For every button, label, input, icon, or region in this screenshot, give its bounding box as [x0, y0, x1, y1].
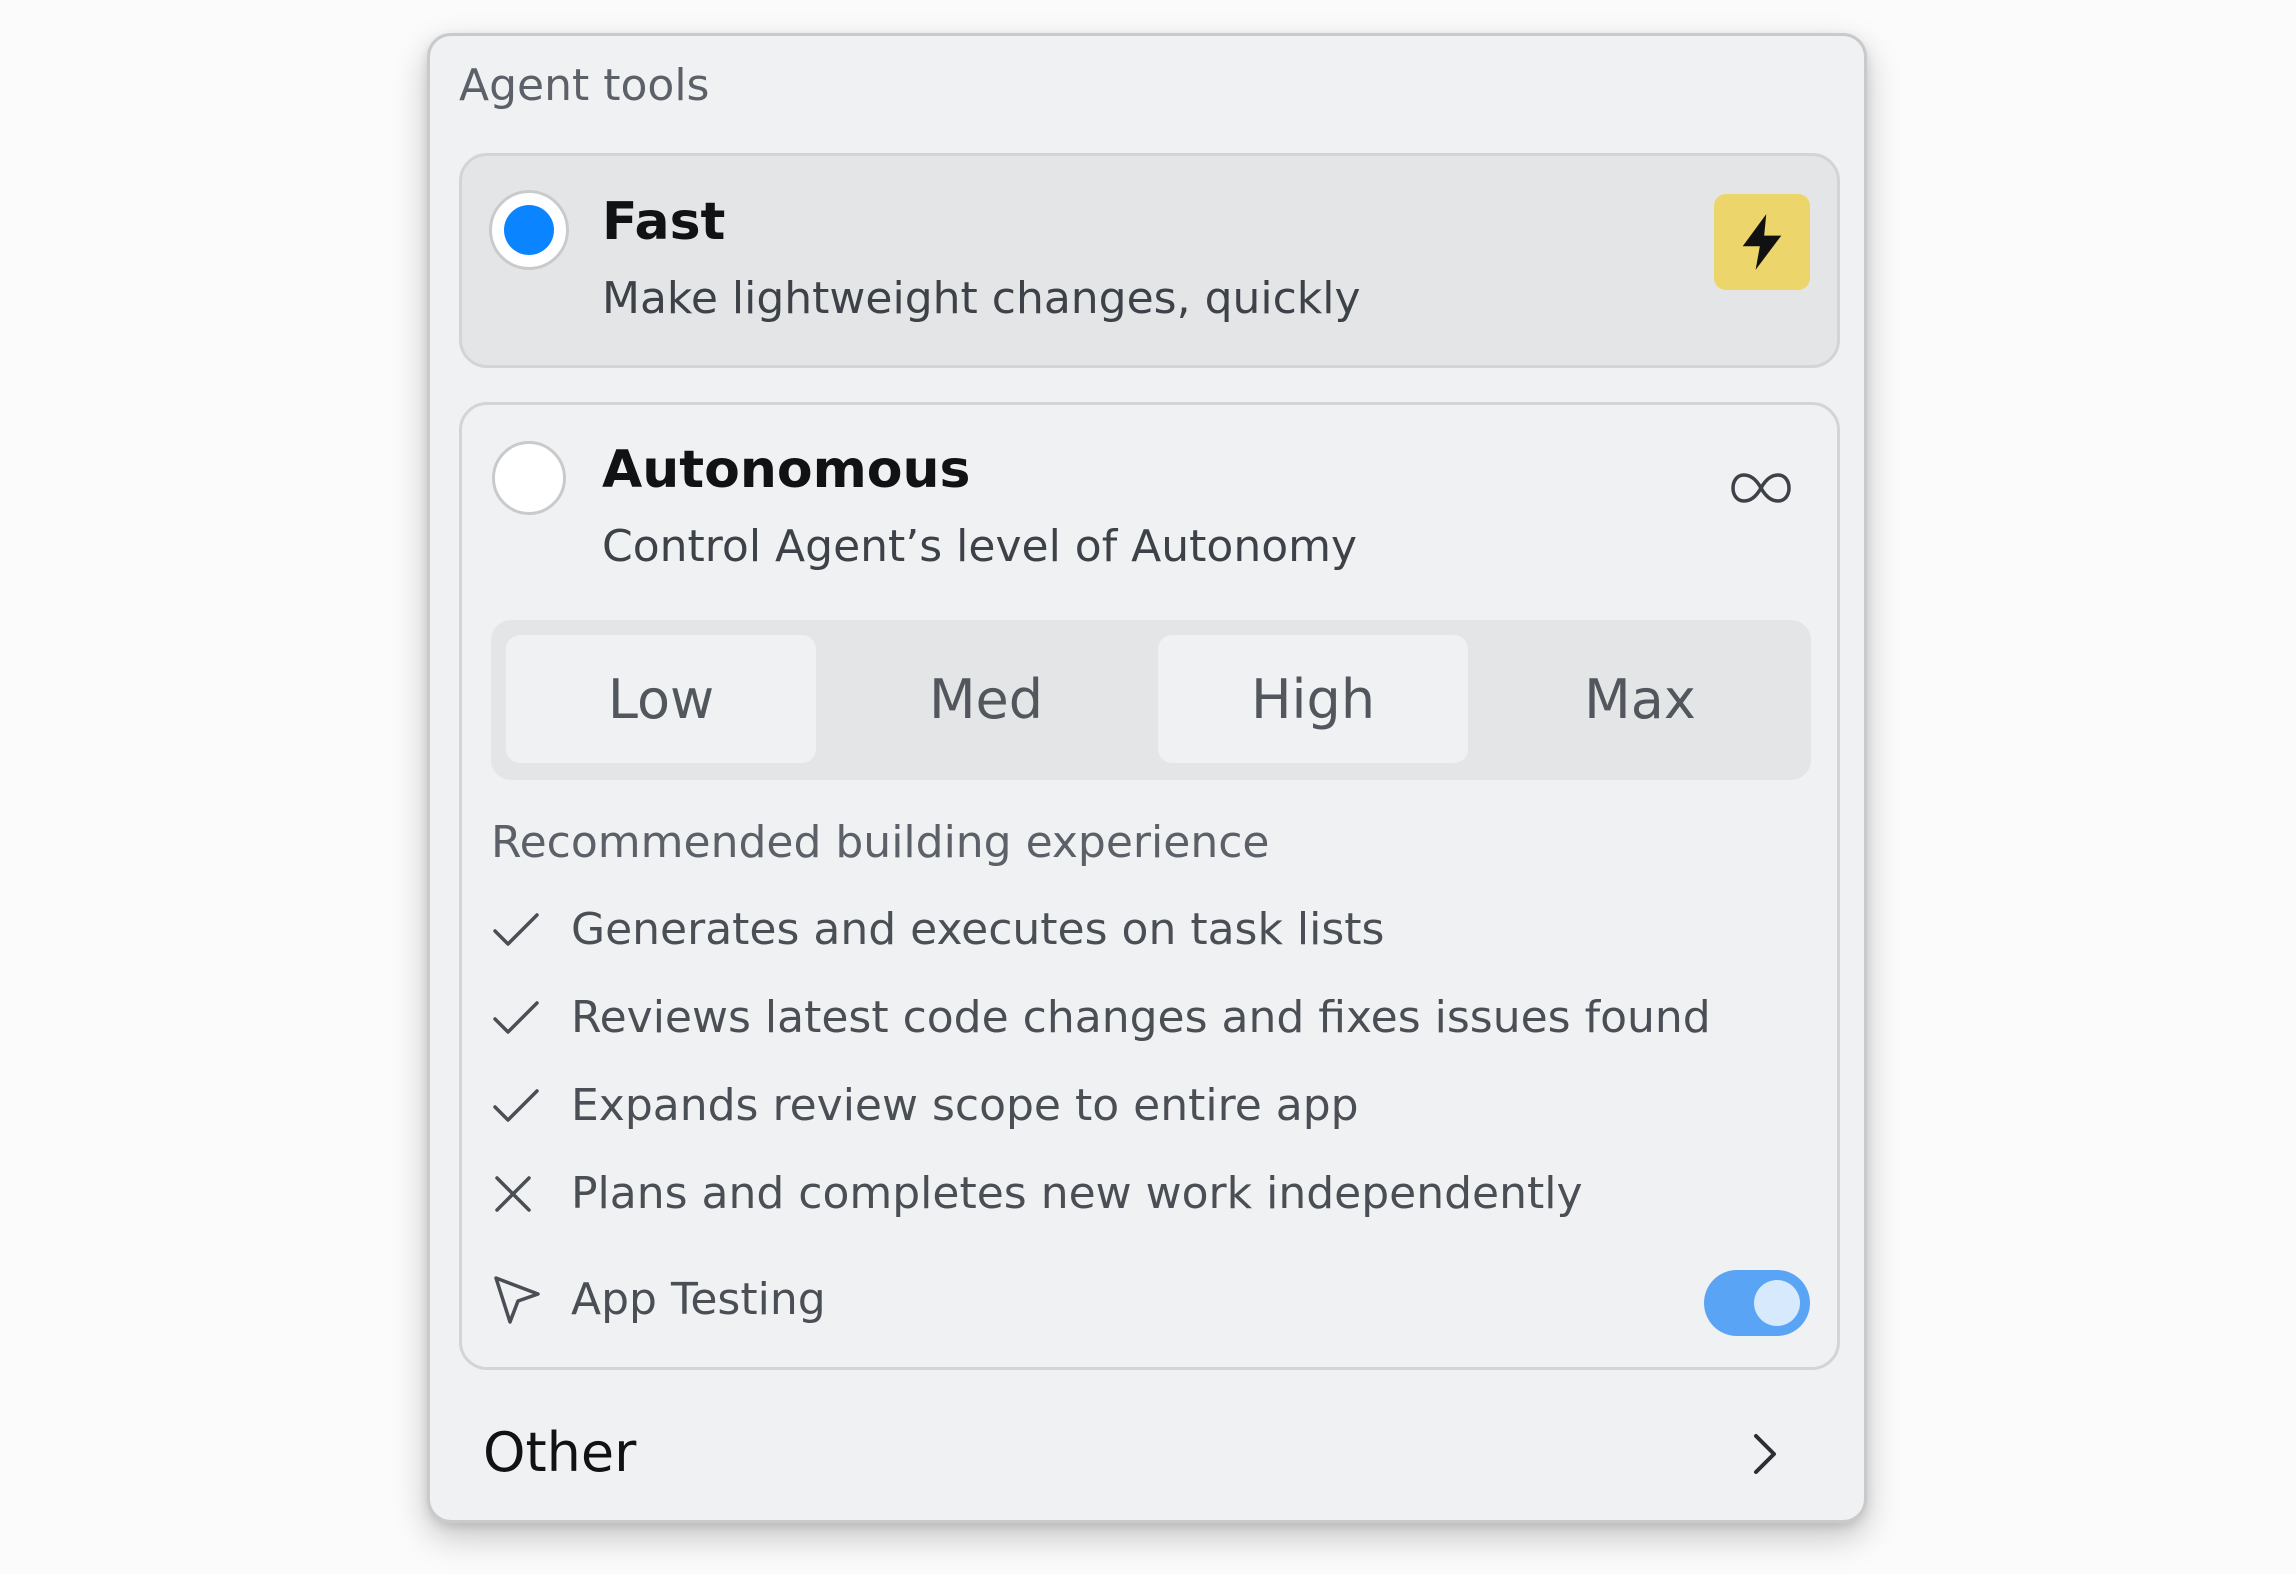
fast-description: Make lightweight changes, quickly	[602, 273, 1361, 324]
fast-title: Fast	[602, 192, 726, 252]
feature-item: Generates and executes on task lists	[491, 900, 1384, 960]
autonomous-description: Control Agent’s level of Autonomy	[602, 521, 1358, 572]
feature-text: Plans and completes new work independent…	[571, 1167, 1583, 1219]
agent-tools-panel: Agent tools Fast Make lightweight change…	[427, 33, 1867, 1523]
app-testing-label: App Testing	[571, 1273, 826, 1325]
x-icon	[491, 1166, 547, 1222]
check-icon	[491, 1078, 547, 1134]
fast-radio[interactable]	[492, 193, 566, 267]
feature-text: Reviews latest code changes and fixes is…	[571, 991, 1711, 1043]
option-fast[interactable]: Fast Make lightweight changes, quickly	[459, 153, 1840, 368]
app-testing-toggle[interactable]	[1704, 1270, 1810, 1336]
level-med-button[interactable]: Med	[831, 635, 1141, 763]
option-autonomous[interactable]: Autonomous Control Agent’s level of Auto…	[459, 402, 1840, 1370]
other-label: Other	[483, 1421, 637, 1484]
chevron-right-icon	[1754, 1434, 1776, 1474]
lightning-bolt-icon	[1714, 194, 1810, 290]
panel-title: Agent tools	[459, 60, 710, 111]
autonomous-title: Autonomous	[602, 440, 971, 500]
feature-text: Generates and executes on task lists	[571, 903, 1385, 955]
infinity-icon	[1731, 473, 1791, 503]
check-icon	[491, 902, 547, 958]
check-icon	[491, 990, 547, 1046]
level-low-button[interactable]: Low	[506, 635, 816, 763]
app-testing-row: App Testing	[491, 1270, 826, 1330]
experience-heading: Recommended building experience	[491, 817, 1270, 868]
feature-item: Plans and completes new work independent…	[491, 1164, 1583, 1224]
feature-text: Expands review scope to entire app	[571, 1079, 1359, 1131]
feature-item: Reviews latest code changes and fixes is…	[491, 988, 1711, 1048]
autonomy-level-selector: Low Med High Max	[491, 620, 1811, 780]
other-menu-item[interactable]: Other	[430, 1401, 1864, 1501]
autonomous-radio[interactable]	[492, 441, 566, 515]
cursor-pointer-icon	[491, 1272, 547, 1328]
level-high-button[interactable]: High	[1158, 635, 1468, 763]
level-max-button[interactable]: Max	[1485, 635, 1795, 763]
feature-item: Expands review scope to entire app	[491, 1076, 1359, 1136]
